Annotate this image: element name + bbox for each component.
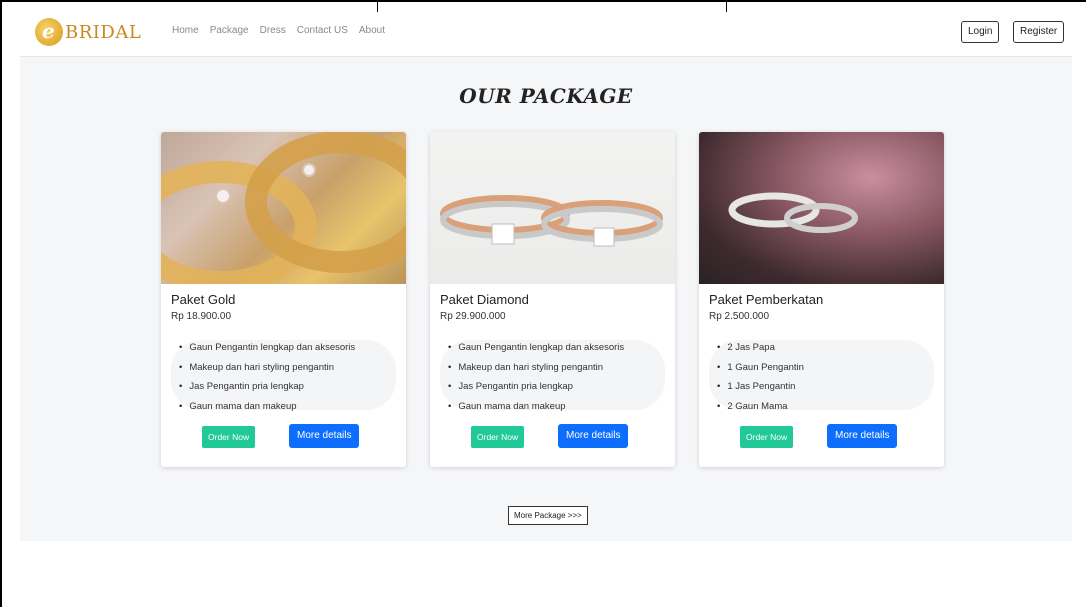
brand-logo[interactable]: BRIDAL xyxy=(35,18,141,46)
navbar: BRIDAL Home Package Dress Contact US Abo… xyxy=(20,12,1072,57)
feature-list: Gaun Pengantin lengkap dan aksesoris Mak… xyxy=(440,338,665,412)
card-body: Paket Diamond Rp 29.900.000 Gaun Pengant… xyxy=(440,292,665,412)
package-title: Paket Gold xyxy=(171,292,236,307)
feature-item: Gaun mama dan makeup xyxy=(448,397,624,417)
feature-item: Gaun Pengantin lengkap dan aksesoris xyxy=(179,338,355,358)
silver-rings-illustration xyxy=(728,192,858,233)
package-price: Rp 18.900.00 xyxy=(171,311,232,322)
feature-item: Gaun Pengantin lengkap dan aksesoris xyxy=(448,338,624,358)
more-package-button[interactable]: More Package >>> xyxy=(508,506,588,525)
feature-item: 1 Jas Pengantin xyxy=(717,377,804,397)
more-details-button[interactable]: More details xyxy=(289,424,360,448)
gold-rings-image xyxy=(161,132,406,284)
order-now-button[interactable]: Order Now xyxy=(740,426,794,448)
diamond-rings-image xyxy=(430,132,675,284)
frame-divider xyxy=(377,0,378,12)
register-button[interactable]: Register xyxy=(1013,21,1065,43)
package-title: Paket Diamond xyxy=(440,292,529,307)
card-body: Paket Pemberkatan Rp 2.500.000 2 Jas Pap… xyxy=(709,292,934,412)
page: BRIDAL Home Package Dress Contact US Abo… xyxy=(20,12,1072,541)
feature-item: 2 Jas Papa xyxy=(717,338,804,358)
order-now-button[interactable]: Order Now xyxy=(202,426,256,448)
nav-link-contact[interactable]: Contact US xyxy=(297,25,348,36)
package-card-pemberkatan: Paket Pemberkatan Rp 2.500.000 2 Jas Pap… xyxy=(699,132,944,467)
package-title: Paket Pemberkatan xyxy=(709,292,824,307)
feature-list: 2 Jas Papa 1 Gaun Pengantin 1 Jas Pengan… xyxy=(709,338,934,412)
nav-links: Home Package Dress Contact US About xyxy=(172,25,396,36)
order-now-button[interactable]: Order Now xyxy=(471,426,525,448)
feature-item: Makeup dan hari styling pengantin xyxy=(448,358,624,378)
nav-link-package[interactable]: Package xyxy=(210,25,249,36)
feature-item: 1 Gaun Pengantin xyxy=(717,358,804,378)
frame-divider xyxy=(726,0,727,12)
frame-top-border xyxy=(0,0,1086,2)
feature-item: Makeup dan hari styling pengantin xyxy=(179,358,355,378)
frame-left-border xyxy=(0,0,2,607)
nav-link-about[interactable]: About xyxy=(359,25,385,36)
brand-name: BRIDAL xyxy=(65,21,142,43)
package-card-diamond: Paket Diamond Rp 29.900.000 Gaun Pengant… xyxy=(430,132,675,467)
feature-item: Gaun mama dan makeup xyxy=(179,397,355,417)
ring-logo-icon xyxy=(35,18,63,46)
feature-item: Jas Pengantin pria lengkap xyxy=(448,377,624,397)
more-details-button[interactable]: More details xyxy=(827,424,898,448)
gold-rings-illustration xyxy=(161,132,406,284)
login-button[interactable]: Login xyxy=(961,21,1000,43)
nav-link-home[interactable]: Home xyxy=(172,25,199,36)
package-price: Rp 2.500.000 xyxy=(709,311,770,322)
diamond-rings-illustration xyxy=(440,195,663,247)
feature-item: Jas Pengantin pria lengkap xyxy=(179,377,355,397)
more-details-button[interactable]: More details xyxy=(558,424,629,448)
feature-item: 2 Gaun Mama xyxy=(717,397,804,417)
package-card-gold: Paket Gold Rp 18.900.00 Gaun Pengantin l… xyxy=(161,132,406,467)
silver-rings-image xyxy=(699,132,944,284)
feature-list: Gaun Pengantin lengkap dan aksesoris Mak… xyxy=(171,338,396,412)
card-body: Paket Gold Rp 18.900.00 Gaun Pengantin l… xyxy=(171,292,396,412)
nav-link-dress[interactable]: Dress xyxy=(260,25,286,36)
section-title: OUR PACKAGE xyxy=(459,84,633,108)
package-price: Rp 29.900.000 xyxy=(440,311,506,322)
